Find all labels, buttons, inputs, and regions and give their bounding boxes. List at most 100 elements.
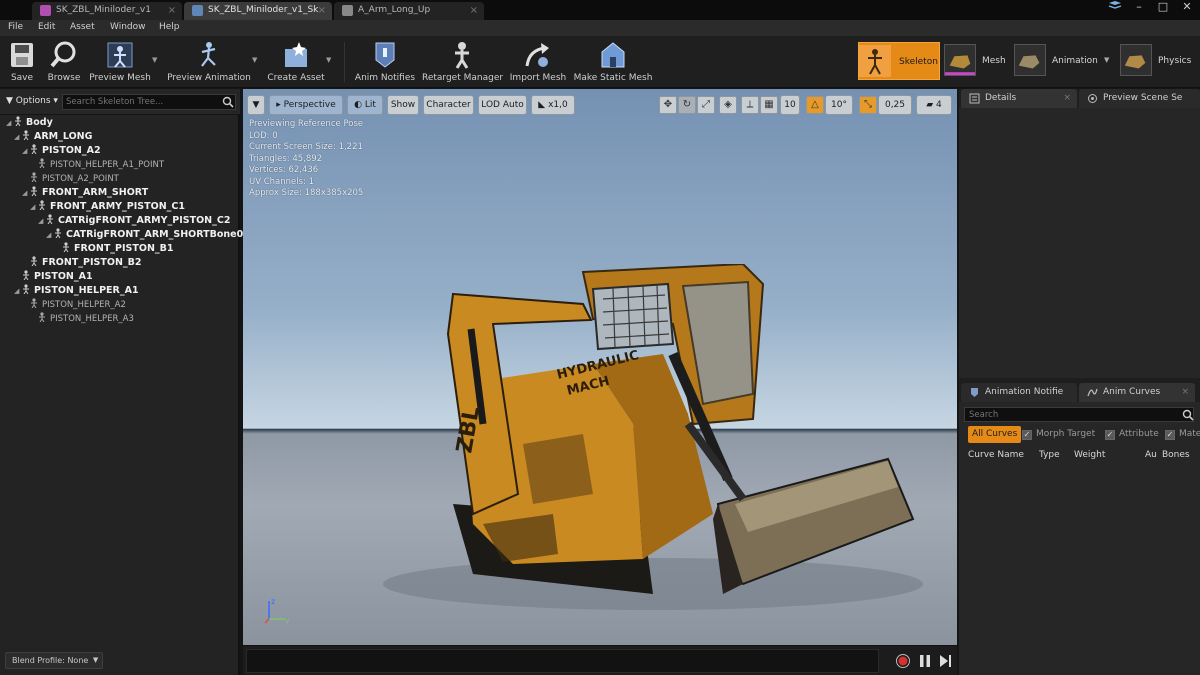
save-button[interactable]: Save — [2, 40, 42, 86]
search-icon[interactable] — [1182, 409, 1194, 421]
collapse-arrow-icon[interactable]: ◢ — [38, 214, 45, 228]
column-type[interactable]: Type — [1039, 450, 1060, 460]
menu-help[interactable]: Help — [159, 22, 180, 32]
collapse-arrow-icon[interactable]: ◢ — [14, 130, 21, 144]
filter-all-curves[interactable]: All Curves — [968, 426, 1022, 443]
bone-row[interactable]: FRONT_PISTON_B2 — [29, 256, 142, 270]
tab-details[interactable]: Details × — [961, 89, 1077, 108]
menu-file[interactable]: File — [8, 22, 23, 32]
tab-anim-curves[interactable]: Anim Curves × — [1079, 383, 1195, 402]
scale-snap-button[interactable]: 0,25 — [878, 95, 912, 115]
grid-snap-icon[interactable]: ▦ — [760, 96, 778, 114]
browse-button[interactable]: Browse — [44, 40, 84, 86]
rotate-icon[interactable]: ↻ — [678, 96, 696, 114]
retarget-manager-button[interactable]: Retarget Manager — [422, 40, 503, 86]
show-button[interactable]: Show — [387, 95, 419, 115]
bone-row[interactable]: ◢ Body — [6, 116, 53, 130]
filter-attribute[interactable]: ✓ Attribute — [1105, 426, 1159, 443]
collapse-arrow-icon[interactable]: ◢ — [6, 116, 13, 130]
timeline-scrubber[interactable] — [246, 649, 879, 673]
column-weight[interactable]: Weight — [1074, 450, 1105, 460]
column-bones[interactable]: Bones — [1162, 450, 1190, 460]
surface-snap-icon[interactable]: ⟂ — [741, 96, 759, 114]
options-button[interactable]: ▼ Options ▾ — [6, 96, 58, 106]
column-curve-name[interactable]: Curve Name — [968, 450, 1024, 460]
close-icon[interactable]: × — [1181, 383, 1189, 402]
tab-animation[interactable]: A_Arm_Long_Up × — [334, 2, 484, 20]
translate-icon[interactable]: ✥ — [659, 96, 677, 114]
bone-row[interactable]: ◢ FRONT_ARMY_PISTON_C1 — [30, 200, 185, 214]
bone-row[interactable]: ◢ FRONT_ARM_SHORT — [22, 186, 148, 200]
make-static-mesh-button[interactable]: Make Static Mesh — [572, 40, 654, 86]
curve-search-input[interactable] — [964, 407, 1194, 422]
column-auto[interactable]: Au — [1145, 450, 1157, 460]
minimize-button[interactable]: – — [1128, 0, 1150, 14]
bone-row[interactable]: ◢ PISTON_HELPER_A1 — [14, 284, 139, 298]
preview-animation-button[interactable]: Preview Animation — [166, 40, 252, 86]
camera-speed-button[interactable]: ▰ 4 — [916, 95, 952, 115]
filter-material[interactable]: ✓ Mate — [1165, 426, 1200, 443]
character-button[interactable]: Character — [423, 95, 474, 115]
close-icon[interactable]: × — [318, 2, 326, 19]
mode-animation-button[interactable]: Animation ▼ — [1014, 42, 1114, 80]
bone-row[interactable]: PISTON_HELPER_A2 — [29, 298, 126, 312]
filter-morph-target[interactable]: ✓ Morph Target — [1022, 426, 1095, 443]
bone-row[interactable]: ◢ ARM_LONG — [14, 130, 92, 144]
bone-row[interactable]: ◢ CATRigFRONT_ARMY_PISTON_C2 — [38, 214, 230, 228]
rotation-snap-button[interactable]: 10° — [825, 95, 853, 115]
chevron-down-icon[interactable]: ▼ — [326, 56, 331, 64]
bone-row[interactable]: ◢ CATRigFRONT_ARM_SHORTBone0 — [46, 228, 243, 242]
maximize-button[interactable]: □ — [1152, 0, 1174, 14]
bone-row[interactable]: FRONT_PISTON_B1 — [61, 242, 174, 256]
skid-steer-loader-model[interactable]: HYDRAULIC MACH ZBL — [343, 264, 923, 614]
lit-button[interactable]: ◐ Lit — [347, 95, 383, 115]
chevron-down-icon[interactable]: ▼ — [152, 56, 157, 64]
bone-row[interactable]: PISTON_A1 — [21, 270, 93, 284]
collapse-arrow-icon[interactable]: ◢ — [22, 186, 29, 200]
skeleton-search-input[interactable] — [62, 94, 236, 110]
mode-skeleton-button[interactable]: Skeleton — [858, 42, 940, 80]
grid-size-button[interactable]: 10 — [780, 95, 800, 115]
record-icon[interactable] — [895, 653, 911, 669]
play-rate-button[interactable]: ◣ x1,0 — [531, 95, 575, 115]
import-mesh-button[interactable]: Import Mesh — [508, 40, 568, 86]
preview-viewport[interactable]: ▼ ▸ Perspective ◐ Lit Show Character LOD… — [243, 89, 957, 645]
rotation-snap-icon[interactable]: △ — [806, 96, 824, 114]
lod-button[interactable]: LOD Auto — [478, 95, 527, 115]
preview-mesh-button[interactable]: Preview Mesh — [88, 40, 152, 86]
pause-icon[interactable] — [917, 653, 933, 669]
scale-snap-icon[interactable]: ⤡ — [859, 96, 877, 114]
step-forward-icon[interactable] — [937, 653, 953, 669]
collapse-arrow-icon[interactable]: ◢ — [22, 144, 29, 158]
blend-profile-dropdown[interactable]: Blend Profile: None ▼ — [5, 652, 104, 669]
tab-preview-scene[interactable]: Preview Scene Se — [1079, 89, 1200, 108]
tab-animation-notifies[interactable]: Animation Notifie — [961, 383, 1077, 402]
create-asset-button[interactable]: Create Asset — [266, 40, 326, 86]
collapse-arrow-icon[interactable]: ◢ — [14, 284, 21, 298]
menu-edit[interactable]: Edit — [38, 22, 55, 32]
chevron-down-icon[interactable]: ▼ — [252, 56, 257, 64]
tab-skeleton[interactable]: SK_ZBL_Miniloder_v1_Sk × — [184, 2, 332, 20]
scale-icon[interactable]: ⤢ — [697, 96, 715, 114]
tab-skeletal-mesh[interactable]: SK_ZBL_Miniloder_v1 × — [32, 2, 182, 20]
world-local-icon[interactable]: ◈ — [719, 96, 737, 114]
perspective-button[interactable]: ▸ Perspective — [269, 95, 343, 115]
close-icon[interactable]: × — [470, 2, 478, 19]
close-icon[interactable]: × — [168, 2, 176, 19]
menu-window[interactable]: Window — [110, 22, 146, 32]
close-icon[interactable]: × — [1063, 89, 1071, 108]
bone-row[interactable]: PISTON_HELPER_A3 — [37, 312, 134, 326]
chevron-down-icon[interactable]: ▼ — [1104, 56, 1109, 64]
search-icon[interactable] — [222, 96, 234, 108]
mode-mesh-button[interactable]: Mesh — [944, 42, 1010, 80]
collapse-arrow-icon[interactable]: ◢ — [30, 200, 37, 214]
collapse-arrow-icon[interactable]: ◢ — [46, 228, 53, 242]
mode-physics-button[interactable]: Physics — [1120, 42, 1200, 80]
bone-row[interactable]: PISTON_A2_POINT — [29, 172, 119, 186]
bone-row[interactable]: ◢ PISTON_A2 — [22, 144, 101, 158]
close-window-button[interactable]: ✕ — [1176, 0, 1198, 14]
bone-row[interactable]: PISTON_HELPER_A1_POINT — [37, 158, 164, 172]
viewport-options-button[interactable]: ▼ — [247, 95, 265, 115]
anim-notifies-button[interactable]: Anim Notifies — [354, 40, 416, 86]
menu-asset[interactable]: Asset — [70, 22, 95, 32]
